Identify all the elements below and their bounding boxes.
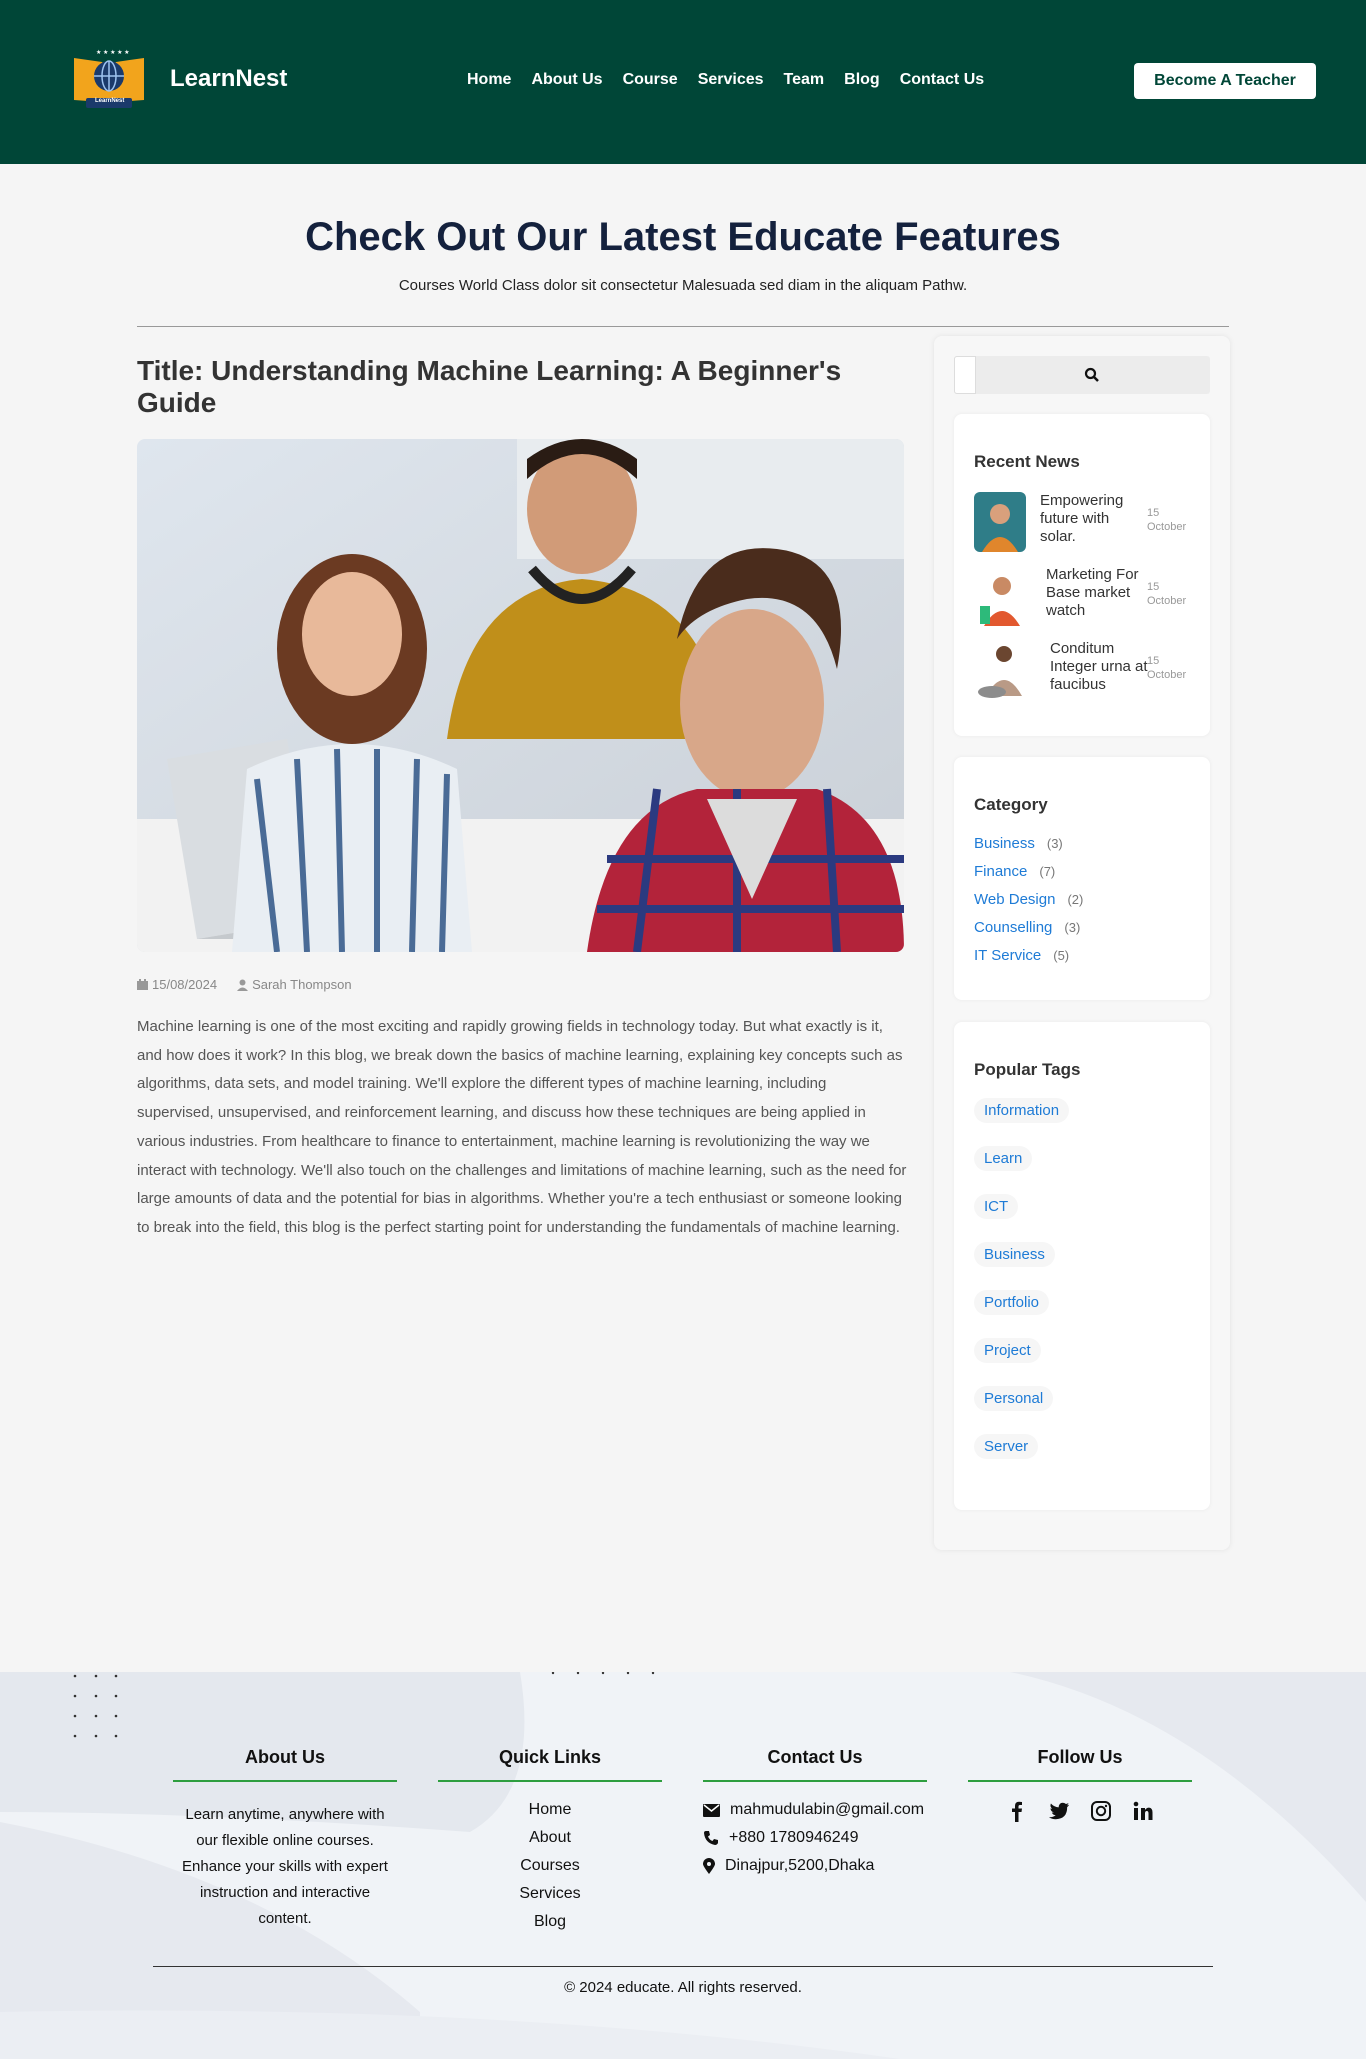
main-nav: Home About Us Course Services Team Blog … (467, 71, 984, 89)
site-footer: About Us Learn anytime, anywhere with ou… (0, 1672, 1366, 2059)
footer-contact-title: Contact Us (703, 1747, 927, 1782)
article-title: Title: Understanding Machine Learning: A… (137, 355, 842, 418)
site-header: ★ ★ ★ ★ ★ LearnNest LearnNest Home About… (0, 0, 1366, 164)
footer-about: About Us Learn anytime, anywhere with ou… (173, 1747, 397, 1932)
category-item-finance[interactable]: Finance (7) (974, 863, 1055, 880)
instagram-icon[interactable] (1090, 1800, 1112, 1822)
news-item[interactable]: Marketing For Base market watch 15 Octobe… (974, 566, 1194, 626)
news-date: 15 October (1147, 581, 1187, 607)
nav-contact[interactable]: Contact Us (900, 71, 984, 89)
category-card: Category Business (3) Finance (7) Web Desi… (954, 757, 1210, 1000)
contact-phone[interactable]: +880 1780946249 (703, 1824, 927, 1852)
author-text: Sarah Thompson (252, 977, 352, 992)
tag-information[interactable]: Information (974, 1098, 1070, 1123)
logo-caption: LearnNest (95, 98, 125, 104)
news-item[interactable]: Empowering future with solar. 15 October (974, 492, 1194, 552)
popular-tags-card: Popular Tags Information Learn ICT Busin… (954, 1022, 1210, 1510)
contact-address: Dinajpur,5200,Dhaka (703, 1852, 927, 1880)
footer-link-services[interactable]: Services (438, 1880, 662, 1908)
news-thumbnail (974, 640, 1026, 700)
nav-home[interactable]: Home (467, 71, 511, 89)
tag-portfolio[interactable]: Portfolio (974, 1290, 1050, 1315)
news-item[interactable]: Conditum Integer urna at faucibus 15 Octo… (974, 640, 1194, 700)
nav-course[interactable]: Course (623, 71, 678, 89)
news-date: 15 October (1147, 655, 1187, 681)
svg-text:★ ★ ★ ★ ★: ★ ★ ★ ★ ★ (96, 49, 130, 56)
article-author: Sarah Thompson (237, 977, 352, 992)
search-icon[interactable] (1084, 367, 1100, 383)
user-icon (237, 979, 249, 991)
tag-learn[interactable]: Learn (974, 1146, 1033, 1171)
nav-about[interactable]: About Us (531, 71, 602, 89)
article-image (137, 439, 904, 952)
footer-link-home[interactable]: Home (438, 1796, 662, 1824)
page-title: Check Out Our Latest Educate Features (305, 215, 1061, 259)
copyright: © 2024 educate. All rights reserved. (564, 1979, 802, 1996)
footer-about-text: Learn anytime, anywhere with our flexibl… (182, 1806, 388, 1927)
envelope-icon (703, 1803, 720, 1817)
brand-name: LearnNest (170, 65, 288, 92)
nav-team[interactable]: Team (784, 71, 825, 89)
date-text: 15/08/2024 (152, 977, 218, 992)
tag-project[interactable]: Project (974, 1338, 1041, 1363)
social-links (968, 1800, 1192, 1822)
linkedin-icon[interactable] (1132, 1800, 1154, 1822)
footer-links-title: Quick Links (438, 1747, 662, 1782)
news-date: 15 October (1147, 507, 1187, 533)
become-teacher-button[interactable]: Become A Teacher (1134, 63, 1316, 99)
category-item-counselling[interactable]: Counselling (3) (974, 919, 1080, 936)
search-input[interactable] (954, 356, 976, 394)
logo-icon: ★ ★ ★ ★ ★ LearnNest (72, 48, 146, 110)
location-pin-icon (703, 1858, 715, 1874)
twitter-icon[interactable] (1048, 1800, 1070, 1822)
footer-about-title: About Us (173, 1747, 397, 1782)
category-item-it-service[interactable]: IT Service (5) (974, 947, 1069, 964)
contact-email[interactable]: mahmudulabin@gmail.com (703, 1796, 927, 1824)
recent-news-title: Recent News (974, 452, 1080, 471)
calendar-icon (137, 979, 148, 990)
nav-services[interactable]: Services (698, 71, 764, 89)
tag-business[interactable]: Business (974, 1242, 1055, 1267)
footer-follow: Follow Us (968, 1747, 1192, 1822)
popular-tags-title: Popular Tags (974, 1060, 1081, 1079)
news-thumbnail (974, 566, 1026, 626)
footer-contact: Contact Us mahmudulabin@gmail.com +880 1… (703, 1747, 927, 1880)
phone-icon (704, 1831, 718, 1845)
footer-link-about[interactable]: About (438, 1824, 662, 1852)
news-title: Conditum Integer urna at faucibus (1050, 640, 1148, 693)
category-item-web-design[interactable]: Web Design (2) (974, 891, 1083, 908)
footer-follow-title: Follow Us (968, 1747, 1192, 1782)
article-date: 15/08/2024 (137, 977, 217, 992)
facebook-icon[interactable] (1006, 1800, 1028, 1822)
footer-divider (153, 1966, 1213, 1967)
page-subtitle: Courses World Class dolor sit consectetu… (398, 277, 968, 294)
sidebar: Recent News Empowering future with solar… (934, 336, 1230, 1550)
footer-quick-links: Quick Links Home About Courses Services … (438, 1747, 662, 1936)
news-title: Marketing For Base market watch (1046, 566, 1139, 619)
category-title: Category (974, 795, 1048, 814)
footer-link-courses[interactable]: Courses (438, 1852, 662, 1880)
tag-personal[interactable]: Personal (974, 1386, 1054, 1411)
tag-ict[interactable]: ICT (974, 1194, 1019, 1219)
recent-news-card: Recent News Empowering future with solar… (954, 414, 1210, 736)
article-body: Machine learning is one of the most exci… (137, 1018, 907, 1236)
news-title: Empowering future with solar. (1040, 492, 1124, 545)
brand-logo[interactable]: ★ ★ ★ ★ ★ LearnNest LearnNest (72, 48, 287, 110)
article-meta: 15/08/2024 Sarah Thompson (137, 977, 352, 992)
tag-server[interactable]: Server (974, 1434, 1039, 1459)
nav-blog[interactable]: Blog (844, 71, 880, 89)
category-item-business[interactable]: Business (3) (974, 835, 1063, 852)
divider (137, 326, 1229, 327)
footer-link-blog[interactable]: Blog (438, 1908, 662, 1936)
search-box (954, 356, 1210, 394)
news-thumbnail (974, 492, 1026, 552)
